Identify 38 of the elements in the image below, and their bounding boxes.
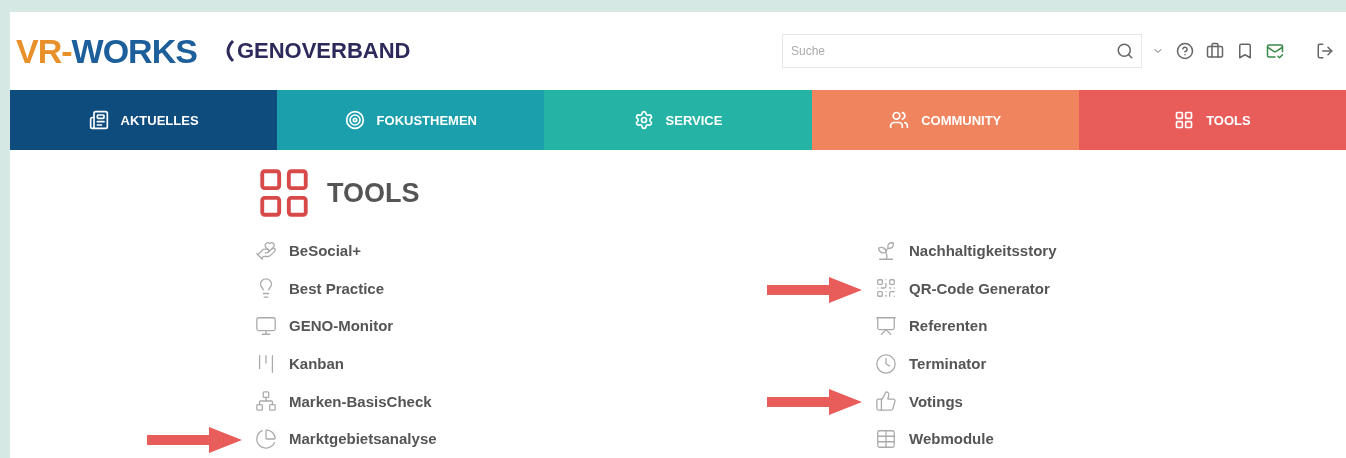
tool-link[interactable]: BeSocial+: [255, 239, 362, 262]
tool-link[interactable]: Webmodule: [875, 427, 994, 450]
presentation-icon: [875, 315, 897, 337]
mail-check-icon[interactable]: [1266, 42, 1284, 60]
sprout-icon: [875, 239, 897, 262]
tool-link[interactable]: GENO-Monitor: [255, 315, 394, 337]
network-icon: [255, 390, 277, 413]
tool-link[interactable]: QR-Code Generator: [875, 277, 1050, 300]
newspaper-icon: [88, 110, 109, 130]
qr-code-icon: [875, 277, 897, 300]
tool-link[interactable]: Votings: [875, 390, 963, 413]
briefcase-icon[interactable]: [1206, 42, 1224, 60]
nav-tab[interactable]: AKTUELLES: [10, 90, 278, 150]
settings-icon: [633, 110, 654, 130]
tool-link[interactable]: Nachhaltigkeitsstory: [875, 239, 1057, 262]
tool-link[interactable]: Terminator: [875, 352, 987, 375]
logo[interactable]: VR-WORKS: [16, 31, 197, 71]
tool-link[interactable]: Marken-BasisCheck: [255, 390, 432, 413]
tool-link[interactable]: Referenten: [875, 315, 988, 337]
thumbs-up-icon: [875, 390, 897, 413]
search-field[interactable]: Suche: [782, 34, 1142, 68]
users-icon: [889, 110, 910, 130]
tool-link[interactable]: Kanban: [255, 352, 344, 375]
help-icon[interactable]: [1176, 42, 1194, 60]
search-icon[interactable]: [1116, 42, 1134, 60]
section-title: TOOLS: [327, 177, 420, 209]
tool-link[interactable]: Marktgebietsanalyse: [255, 427, 437, 450]
target-icon: [344, 110, 365, 130]
pie-chart-icon: [255, 427, 277, 450]
tool-link[interactable]: Best Practice: [255, 277, 385, 300]
hand-heart-icon: [255, 239, 277, 262]
monitor-icon: [255, 315, 277, 337]
table-icon: [875, 427, 897, 450]
grid-icon: [1174, 110, 1195, 130]
logout-icon[interactable]: [1316, 42, 1334, 60]
bookmark-icon[interactable]: [1236, 42, 1254, 60]
partner-logo[interactable]: GENOVERBAND: [236, 38, 411, 64]
clock-icon: [875, 352, 897, 375]
